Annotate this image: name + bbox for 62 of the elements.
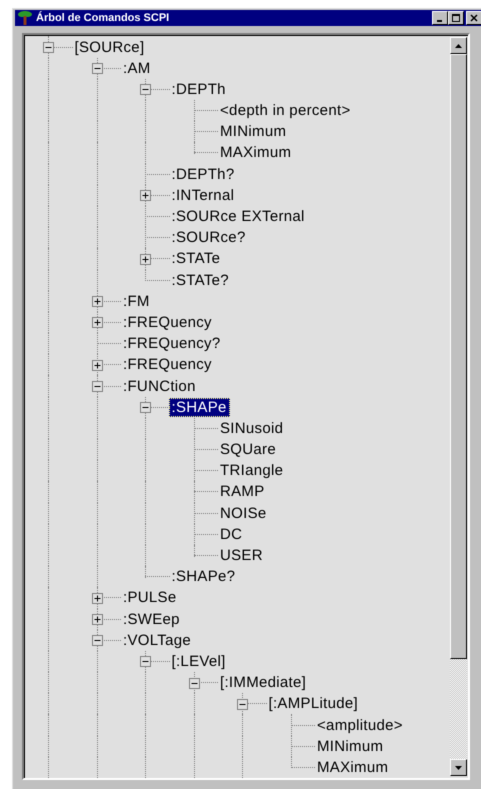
tree-item[interactable]: RAMP xyxy=(217,482,268,502)
close-icon xyxy=(470,14,478,22)
tree-item[interactable]: :SOURce EXTernal xyxy=(168,207,308,226)
tree-item[interactable]: MINimum xyxy=(217,122,290,142)
tree-item[interactable]: :FUNCtion xyxy=(120,376,199,396)
tree-item[interactable]: :INTernal xyxy=(168,186,238,205)
expand-button[interactable] xyxy=(92,317,102,328)
expand-button[interactable] xyxy=(140,254,151,265)
tree-item[interactable]: <amplitude> xyxy=(314,716,406,735)
window-title: Árbol de Comandos SCPI xyxy=(36,12,170,24)
tree-item[interactable]: NOISe xyxy=(217,504,270,523)
collapse-button[interactable] xyxy=(92,63,102,74)
tree-item[interactable]: USER xyxy=(217,546,266,566)
maximize-icon xyxy=(452,14,460,22)
expand-button[interactable] xyxy=(92,614,102,626)
collapse-button[interactable] xyxy=(92,635,102,646)
tree-item[interactable]: :DEPTh? xyxy=(168,164,238,184)
expand-button[interactable] xyxy=(92,360,102,371)
tree-item[interactable]: SQUare xyxy=(217,440,279,460)
tree-item[interactable]: :STATe xyxy=(168,249,224,268)
tree-item[interactable]: [SOURce] xyxy=(72,38,148,57)
scroll-up-button[interactable] xyxy=(450,37,467,54)
tree-item[interactable]: <depth in percent> xyxy=(217,101,354,120)
tree-item[interactable]: :AM xyxy=(120,58,154,78)
tree-item[interactable]: :FM xyxy=(120,292,153,311)
tree-item[interactable]: :FREQuency? xyxy=(120,334,224,354)
collapse-button[interactable] xyxy=(188,678,200,689)
expand-button[interactable] xyxy=(140,190,151,202)
close-button[interactable] xyxy=(466,11,481,26)
tree-item[interactable]: :FREQuency xyxy=(120,312,215,332)
tree-item[interactable]: :DEPTh xyxy=(168,80,229,99)
collapse-button[interactable] xyxy=(92,381,102,392)
collapse-button[interactable] xyxy=(140,656,151,668)
tree-item[interactable]: MINimum xyxy=(314,736,386,756)
tree-item[interactable]: :SHAPe? xyxy=(168,567,238,586)
tree-item[interactable]: :STATe? xyxy=(168,270,232,290)
collapse-button[interactable] xyxy=(43,42,54,54)
tree-item[interactable]: SINusoid xyxy=(217,418,286,438)
tree-item[interactable]: :VOLTage xyxy=(120,630,194,650)
tree-item[interactable]: [:LEVel] xyxy=(168,652,229,671)
tree-icon xyxy=(17,10,33,26)
expand-button[interactable] xyxy=(92,592,102,604)
tree-item[interactable]: [:IMMediate] xyxy=(217,673,310,692)
collapse-button[interactable] xyxy=(237,698,248,710)
collapse-button[interactable] xyxy=(140,84,151,96)
tree-item[interactable]: MAXimum xyxy=(217,143,294,162)
tree-item[interactable]: TRIangle xyxy=(217,461,286,480)
down-arrow-icon xyxy=(455,766,462,770)
minimize-button[interactable] xyxy=(432,11,448,26)
tree-item[interactable]: MAXimum xyxy=(314,758,392,777)
tree-item[interactable]: :SOURce? xyxy=(168,228,249,248)
scroll-down-button[interactable] xyxy=(450,759,467,776)
maximize-button[interactable] xyxy=(448,11,464,26)
tree-item[interactable]: :SWEep xyxy=(120,610,183,629)
up-arrow-icon xyxy=(455,44,462,48)
tree-item[interactable]: [:AMPLitude] xyxy=(266,694,361,714)
collapse-button[interactable] xyxy=(140,402,151,414)
tree-item[interactable]: :PULSe xyxy=(120,588,180,608)
tree-item[interactable]: :SHAPe xyxy=(168,398,230,417)
expand-button[interactable] xyxy=(92,296,102,308)
tree-item[interactable]: DC xyxy=(217,524,246,544)
tree-item[interactable]: :FREQuency xyxy=(120,355,215,374)
